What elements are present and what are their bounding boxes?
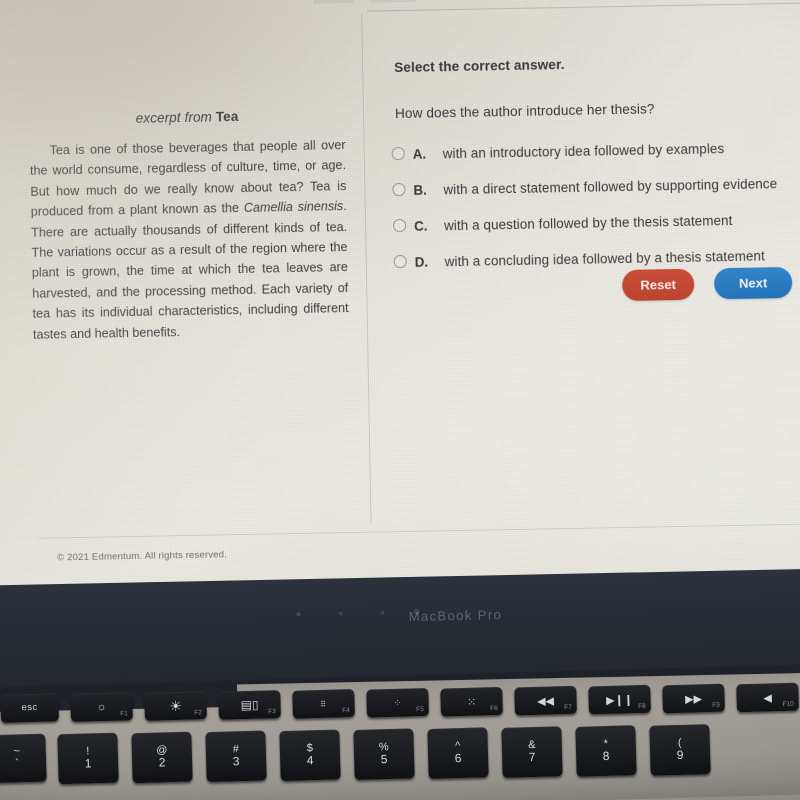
macbook-pro-label: MacBook Pro: [408, 607, 503, 624]
question-instruction: Select the correct answer.: [394, 57, 565, 76]
key-7-label: 7: [528, 750, 536, 765]
key-esc[interactable]: esc: [0, 693, 59, 723]
key-f9[interactable]: ▶▶ F9: [662, 683, 725, 714]
reset-button-label: Reset: [640, 277, 677, 293]
option-letter-d: D.: [414, 254, 429, 270]
page-content: 5 excerpt from Tea Tea is one of those b…: [0, 0, 800, 594]
key-f9-label: F9: [712, 701, 720, 710]
key-2-label: 2: [158, 755, 166, 770]
key-8-label: 8: [602, 749, 610, 764]
brightness-up-icon: ☀: [169, 697, 183, 714]
next-button[interactable]: Next: [713, 266, 793, 300]
key-f6-label: F6: [490, 704, 498, 713]
key-f6[interactable]: ⁙ F6: [440, 686, 503, 717]
laptop-keyboard: esc ☼ F1 ☀ F2 ▤▯ F3 ⠿ F4 ⁘ F5 ⁙ F6 ◀◀ F7…: [0, 663, 800, 800]
passage-title-work: Tea: [215, 109, 239, 125]
mission-control-icon: ▤▯: [240, 697, 259, 713]
footer-divider: [38, 523, 800, 539]
launchpad-icon: ⠿: [320, 699, 328, 709]
key-f4[interactable]: ⠿ F4: [292, 688, 355, 719]
screenshot-root: 5 excerpt from Tea Tea is one of those b…: [0, 0, 800, 800]
key-4[interactable]: $ 4: [279, 729, 341, 782]
key-1[interactable]: ! 1: [57, 732, 119, 785]
passage-italic-term: Camellia sinensis: [243, 199, 344, 216]
header-divider: [367, 2, 800, 12]
key-3-label: 3: [232, 754, 240, 769]
passage-body: Tea is one of those beverages that peopl…: [29, 135, 349, 345]
question-number-tab[interactable]: 5: [368, 0, 417, 3]
passage-title-prefix: excerpt from: [135, 109, 216, 126]
key-f1[interactable]: ☼ F1: [70, 692, 133, 722]
key-f7[interactable]: ◀◀ F7: [514, 685, 577, 716]
key-5[interactable]: % 5: [353, 728, 415, 781]
expand-button[interactable]: [313, 0, 354, 4]
option-text-c: with a question followed by the thesis s…: [443, 212, 733, 234]
key-f10-label: F10: [782, 700, 794, 709]
key-f1-label: F1: [120, 710, 128, 718]
brightness-down-icon: ☼: [96, 700, 107, 714]
passage-panel: excerpt from Tea Tea is one of those bev…: [29, 107, 349, 345]
passage-text-part-2: . There are actually thousands of differ…: [31, 199, 349, 342]
radio-button-b[interactable]: [392, 182, 406, 197]
key-9[interactable]: ( 9: [649, 724, 711, 776]
option-text-a: with an introductory idea followed by ex…: [442, 141, 725, 162]
key-1-label: 1: [84, 756, 92, 771]
radio-button-c[interactable]: [392, 218, 407, 233]
mute-icon: ◀: [763, 691, 772, 705]
copyright-notice: © 2021 Edmentum. All rights reserved.: [57, 549, 228, 564]
fast-forward-icon: ▶▶: [684, 692, 703, 706]
key-f4-label: F4: [342, 707, 350, 715]
question-stem: How does the author introduce her thesis…: [394, 101, 655, 122]
key-f7-label: F7: [564, 703, 572, 712]
key-f10[interactable]: ◀ F10: [736, 682, 799, 713]
option-letter-b: B.: [413, 182, 427, 198]
key-f3-label: F3: [268, 708, 276, 716]
radio-button-d[interactable]: [393, 254, 407, 269]
key-8[interactable]: * 8: [575, 725, 637, 777]
key-f5-label: F5: [416, 706, 424, 714]
rewind-icon: ◀◀: [536, 694, 555, 708]
option-text-d: with a concluding idea followed by a the…: [444, 248, 766, 270]
key-3[interactable]: # 3: [205, 730, 267, 783]
key-esc-label: esc: [21, 702, 38, 714]
option-letter-a: A.: [412, 146, 427, 162]
option-letter-c: C.: [413, 218, 428, 234]
key-f2[interactable]: ☀ F2: [144, 691, 207, 721]
next-button-label: Next: [738, 275, 768, 291]
keyboard-backlight-down-icon: ⁘: [393, 697, 402, 708]
radio-button-a[interactable]: [391, 146, 405, 161]
key-f5[interactable]: ⁘ F5: [366, 687, 429, 718]
key-backtick[interactable]: ~ `: [0, 733, 47, 784]
passage-title: excerpt from Tea: [29, 107, 345, 128]
key-6[interactable]: ^ 6: [427, 727, 489, 779]
key-f3[interactable]: ▤▯ F3: [218, 690, 281, 720]
key-f8[interactable]: ▶❙❙ F8: [588, 684, 651, 715]
key-2[interactable]: @ 2: [131, 731, 193, 784]
key-4-label: 4: [306, 753, 314, 768]
panel-divider: [361, 12, 372, 523]
key-7[interactable]: & 7: [501, 726, 563, 778]
key-6-label: 6: [454, 751, 462, 766]
key-5-label: 5: [380, 752, 388, 767]
play-pause-icon: ▶❙❙: [605, 693, 634, 707]
key-9-label: 9: [676, 748, 684, 763]
key-f8-label: F8: [638, 702, 646, 711]
key-backtick-label: `: [14, 756, 20, 771]
laptop-screen: 5 excerpt from Tea Tea is one of those b…: [0, 0, 800, 594]
keyboard-backlight-up-icon: ⁙: [466, 696, 477, 709]
reset-button[interactable]: Reset: [621, 268, 695, 302]
key-f2-label: F2: [194, 709, 202, 717]
